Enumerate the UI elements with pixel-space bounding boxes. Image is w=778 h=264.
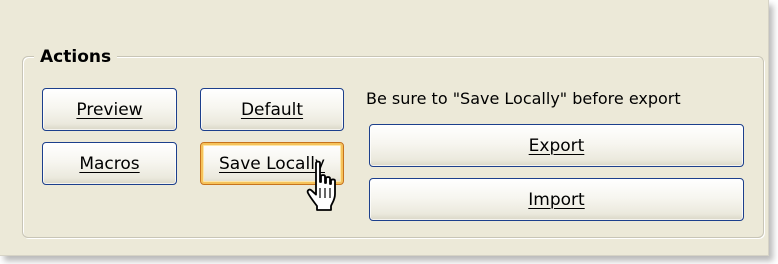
preview-button-label: Preview: [76, 99, 143, 120]
actions-panel: Actions Preview Default Macros Save Loca…: [0, 0, 769, 256]
macros-button[interactable]: Macros: [42, 142, 177, 185]
default-button[interactable]: Default: [200, 88, 344, 131]
macros-button-label: Macros: [79, 153, 140, 174]
save-locally-hint: Be sure to "Save Locally" before export: [366, 89, 681, 108]
actions-group-title: Actions: [34, 44, 118, 70]
import-button[interactable]: Import: [369, 178, 744, 221]
save-locally-button[interactable]: Save Locally: [200, 142, 344, 185]
export-button-label: Export: [528, 135, 585, 156]
preview-button[interactable]: Preview: [42, 88, 177, 131]
default-button-label: Default: [240, 99, 304, 120]
save-locally-button-label: Save Locally: [219, 153, 325, 174]
import-button-label: Import: [528, 189, 585, 210]
export-button[interactable]: Export: [369, 124, 744, 167]
